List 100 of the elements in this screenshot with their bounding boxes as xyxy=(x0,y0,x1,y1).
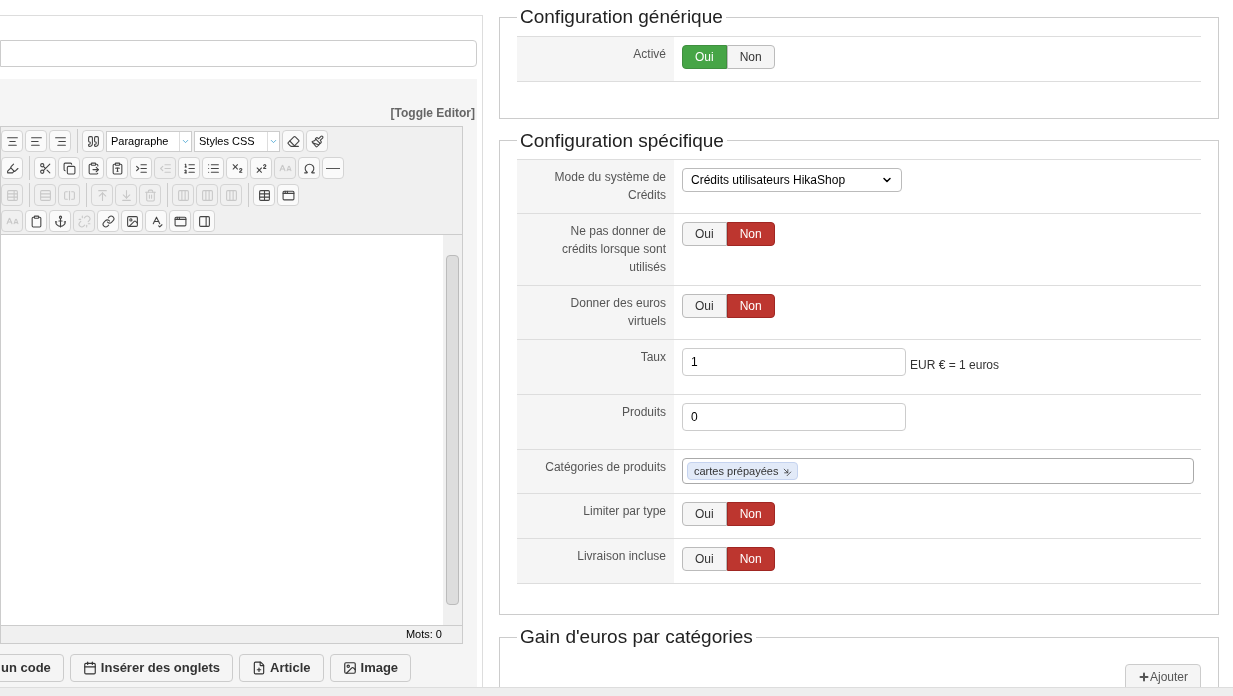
row-insert-icon xyxy=(95,188,109,202)
toolbar-button[interactable] xyxy=(277,184,299,206)
insert-button[interactable]: Insérer des onglets xyxy=(69,654,234,682)
toolbar-button[interactable] xyxy=(106,157,128,179)
toolbar-button[interactable] xyxy=(1,130,23,152)
field-label: Catégories de produits xyxy=(517,450,674,493)
toggle-option[interactable]: Oui xyxy=(682,547,727,571)
link-icon xyxy=(101,214,115,228)
toolbar-button[interactable] xyxy=(226,157,248,179)
image-icon xyxy=(342,661,357,675)
toolbar-button[interactable] xyxy=(1,157,23,179)
scissors-icon xyxy=(38,161,52,175)
toggle-option[interactable]: Non xyxy=(726,44,775,69)
toolbar-button[interactable] xyxy=(145,210,167,232)
column-icon xyxy=(200,188,214,202)
title-field[interactable] xyxy=(0,40,477,67)
indent-icon xyxy=(134,161,148,175)
align-right-icon xyxy=(53,134,67,148)
tag-field[interactable]: cartes prépayées xyxy=(682,458,1194,484)
input-field[interactable]: 1 xyxy=(682,348,906,376)
paste-icon xyxy=(86,161,100,175)
toolbar-button[interactable] xyxy=(169,210,191,232)
omega-icon xyxy=(302,161,316,175)
toolbar-button[interactable] xyxy=(97,210,119,232)
outdent-icon xyxy=(158,161,172,175)
toolbar-button[interactable] xyxy=(202,157,224,179)
field-label: Livraison incluse xyxy=(517,539,674,583)
field-label: Limiter par type xyxy=(517,494,674,538)
field-label: Ne pas donner de crédits lorsque sont utilisés xyxy=(517,214,674,285)
align-center-icon xyxy=(5,134,19,148)
mode-select[interactable]: Crédits utilisateurs HikaShop xyxy=(682,168,902,192)
toolbar-button[interactable] xyxy=(82,130,104,152)
toolbar-button[interactable] xyxy=(49,130,71,152)
toggle-option[interactable]: Oui xyxy=(682,222,727,246)
toolbar-button[interactable] xyxy=(178,157,200,179)
field-label: Donner des euros virtuels xyxy=(517,286,674,339)
row-icon xyxy=(38,188,52,202)
toolbar-button[interactable] xyxy=(250,157,272,179)
brush-icon xyxy=(310,134,324,148)
quote-icon xyxy=(86,134,100,148)
anchor-icon xyxy=(53,214,67,228)
window-icon xyxy=(173,214,187,228)
unit-text: EUR € = 1 euros xyxy=(910,357,1000,374)
word-count: Mots: 0 xyxy=(405,627,442,643)
superscript-icon xyxy=(254,161,268,175)
toolbar-button[interactable] xyxy=(193,210,215,232)
toggle-option[interactable]: Oui xyxy=(682,294,727,318)
scrollbar[interactable] xyxy=(443,235,462,625)
field-label: Activé xyxy=(517,36,674,81)
paste-text-icon xyxy=(110,161,124,175)
copy-icon xyxy=(62,161,76,175)
field-label: Produits xyxy=(517,395,674,449)
insert-button[interactable]: Article xyxy=(239,654,324,682)
toggle-editor-link[interactable]: [Toggle Editor] xyxy=(390,104,475,122)
style-select[interactable]: Styles CSS xyxy=(194,130,280,152)
toolbar-button[interactable] xyxy=(253,184,275,206)
toolbar-button[interactable] xyxy=(298,157,320,179)
cell-icon xyxy=(62,188,76,202)
calendar-icon xyxy=(82,661,97,675)
toolbar-button[interactable] xyxy=(322,157,344,179)
input-field[interactable]: 0 xyxy=(682,403,906,431)
toggle-option[interactable]: Oui xyxy=(682,502,727,526)
section-title: Configuration spécifique xyxy=(519,128,725,153)
clipboard-icon xyxy=(29,214,43,228)
column-icon xyxy=(176,188,190,202)
unlink-icon xyxy=(77,214,91,228)
toolbar-button[interactable] xyxy=(58,157,80,179)
toolbar-button[interactable] xyxy=(25,210,47,232)
insert-button[interactable]: Image xyxy=(329,654,412,682)
layout-icon xyxy=(197,214,211,228)
toolbar-button[interactable] xyxy=(49,210,71,232)
image-icon xyxy=(125,214,139,228)
style-select[interactable]: Paragraphe xyxy=(106,130,192,152)
numbered-list-icon xyxy=(182,161,196,175)
toolbar-button[interactable] xyxy=(121,210,143,232)
table-delete-icon xyxy=(5,188,19,202)
toolbar-button[interactable] xyxy=(25,130,47,152)
file-plus-icon xyxy=(252,661,267,675)
insert-button[interactable]: un code xyxy=(0,654,64,682)
toolbar-button[interactable] xyxy=(130,157,152,179)
toolbar-button[interactable] xyxy=(82,157,104,179)
toolbar-button[interactable] xyxy=(306,130,328,152)
toolbar-button[interactable] xyxy=(34,157,56,179)
window-icon xyxy=(281,188,295,202)
plus-icon xyxy=(1137,671,1150,683)
eraser-icon xyxy=(286,134,300,148)
subscript-icon xyxy=(230,161,244,175)
toggle-option[interactable]: Non xyxy=(726,294,775,318)
column-icon xyxy=(224,188,238,202)
row-delete-icon xyxy=(143,188,157,202)
row-insert-icon xyxy=(119,188,133,202)
bullet-list-icon xyxy=(206,161,220,175)
toggle-option[interactable]: Non xyxy=(726,547,775,571)
section-title: Gain d'euros par catégories xyxy=(519,625,754,649)
toggle-option[interactable]: Non xyxy=(726,222,775,246)
toolbar-button[interactable] xyxy=(282,130,304,152)
horizontal-rule-icon xyxy=(326,167,340,169)
align-left-icon xyxy=(29,134,43,148)
category-tag[interactable]: cartes prépayées xyxy=(687,462,799,480)
toggle-option[interactable]: Non xyxy=(726,502,775,526)
